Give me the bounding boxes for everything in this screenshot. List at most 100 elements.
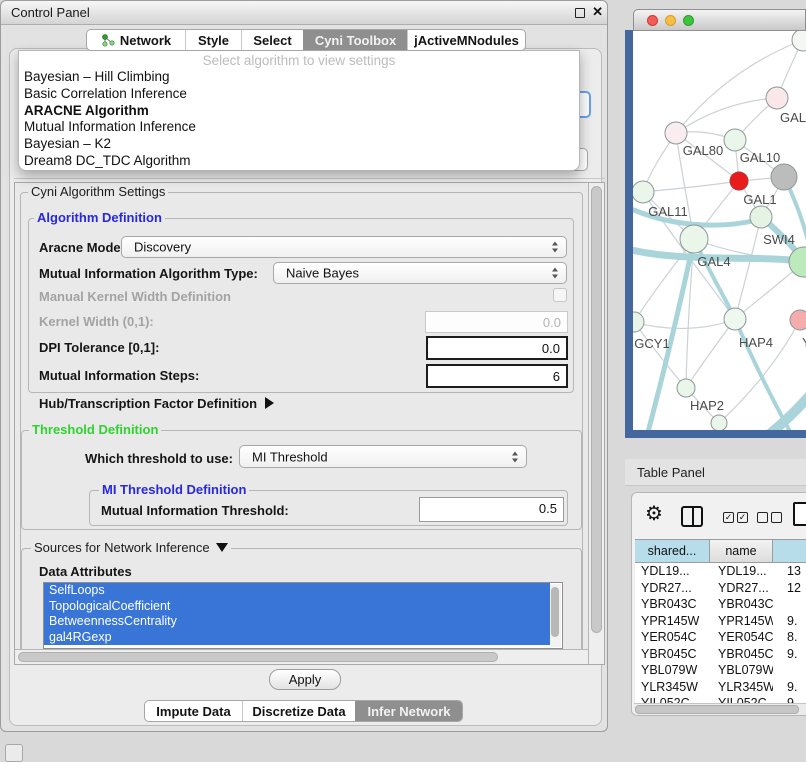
settings-horizontal-scroll-thumb[interactable] [18,652,498,662]
tab-infer-network[interactable]: Infer Network [355,701,462,721]
network-node-label: GAL10 [740,150,780,165]
which-threshold-select[interactable]: MI Threshold [239,445,527,468]
table-cell: YPR145W [710,613,773,630]
table-row[interactable]: YER054CYER054C8. [635,629,806,646]
table-row[interactable]: YPR145WYPR145W9. [635,613,806,630]
network-edge-highlighted[interactable] [647,239,694,430]
tab-style[interactable]: Style [185,30,241,50]
dpi-tolerance-field[interactable]: 0.0 [426,336,568,360]
column-header-name[interactable]: name [710,540,773,562]
attribute-item-selfloops[interactable]: SelfLoops [44,583,550,599]
network-node[interactable] [633,181,654,203]
network-view-canvas[interactable]: GAL7GAL80GAL10GAL1GAL11SWI4GAL4GCY1HAP4Y… [633,31,806,430]
table-horizontal-scroll-thumb[interactable] [635,705,799,714]
table-cell: 9. [773,646,806,663]
network-node[interactable] [792,31,806,51]
mi-steps-field[interactable]: 6 [426,364,568,388]
tab-select[interactable]: Select [241,30,303,50]
attribute-item-gal4rgexp[interactable]: gal4RGexp [44,630,550,646]
network-node[interactable] [766,87,788,109]
network-node[interactable] [633,312,644,332]
network-node[interactable] [724,308,746,330]
bottom-left-grip[interactable] [5,744,23,762]
network-node[interactable] [680,225,708,253]
unchecked-checkbox-icon[interactable] [757,512,768,523]
network-node[interactable] [790,310,806,330]
kernel-width-field[interactable]: 0.0 [425,311,568,333]
table-horizontal-scrollbar[interactable] [634,703,806,715]
table-row[interactable]: YDL19...YDL19...13 [635,563,806,580]
algorithm-option-aracne[interactable]: ARACNE Algorithm [19,103,579,120]
apply-button[interactable]: Apply [269,669,341,690]
table-row[interactable]: YBL079WYBL079W [635,662,806,679]
float-window-icon[interactable] [575,8,585,18]
split-panel-icon[interactable] [681,506,703,527]
sources-group-toggle[interactable]: Sources for Network Inference [31,540,231,555]
control-panel-tabs: Network Style Select Cyni Toolbox jActiv… [86,29,526,51]
network-edge[interactable] [643,181,739,192]
network-node[interactable] [724,129,746,151]
network-node[interactable] [771,164,797,190]
network-node[interactable] [711,415,727,430]
aracne-mode-select[interactable]: Discovery [121,236,567,258]
table-row[interactable]: YBR045CYBR045C9. [635,646,806,663]
unchecked-checkbox-icon[interactable] [771,512,782,523]
attribute-item-betweennesscentrality[interactable]: BetweennessCentrality [44,614,550,630]
mi-algorithm-type-select[interactable]: Naive Bayes [273,262,567,284]
attribute-item-topologicalcoefficient[interactable]: TopologicalCoefficient [44,599,550,615]
table-cell: YER054C [635,629,710,646]
table-row[interactable]: YLR345WYLR345W9. [635,679,806,696]
network-edge[interactable] [686,319,735,388]
hub-section-toggle[interactable]: Hub/Transcription Factor Definition [39,396,274,411]
algorithm-dropdown-popup: Select algorithm to view settings Bayesi… [18,50,580,171]
tab-discretize-data-label: Discretize Data [252,704,345,719]
network-node[interactable] [665,122,687,144]
network-node-label: GAL7 [780,110,806,125]
checked-checkbox-icon[interactable]: ✓ [737,512,748,523]
tab-discretize-data[interactable]: Discretize Data [242,701,355,721]
expanded-arrow-icon[interactable] [216,543,228,552]
column-header-shared-name[interactable]: shared... [635,540,710,562]
table-row[interactable]: YDR27...YDR27...12 [635,580,806,597]
threshold-definition-title: Threshold Definition [29,422,161,437]
tab-jactivemnodules[interactable]: jActiveMNodules [407,30,525,50]
network-node[interactable] [750,206,772,228]
tab-impute-data-label: Impute Data [156,704,230,719]
algorithm-option-dream8[interactable]: Dream8 DC_TDC Algorithm [19,153,579,170]
settings-vertical-scrollbar[interactable] [588,183,604,664]
network-node[interactable] [730,172,748,190]
table-settings-gear-icon[interactable]: ⚙ [645,501,663,526]
table-cell: YDL19... [635,563,710,580]
close-panel-icon[interactable]: ✕ [592,4,603,20]
algorithm-option-bayesian-k2[interactable]: Bayesian – K2 [19,136,579,153]
network-edge[interactable] [634,319,735,328]
table-cell: 8. [773,629,806,646]
new-table-icon[interactable] [793,502,806,526]
attribute-list-scroll-thumb[interactable] [551,587,559,637]
table-cell: 9. [773,679,806,696]
window-zoom-button[interactable] [683,15,694,26]
checked-checkbox-icon[interactable]: ✓ [723,512,734,523]
network-node[interactable] [677,379,695,397]
table-cell: YPR145W [635,613,710,630]
network-window-titlebar[interactable] [633,9,806,31]
table-row[interactable]: YIL052CYIL052C9 [635,695,806,703]
column-header-clipped[interactable] [773,540,806,562]
network-graph[interactable]: GAL7GAL80GAL10GAL1GAL11SWI4GAL4GCY1HAP4Y… [633,31,806,430]
settings-vertical-scroll-thumb[interactable] [591,186,602,633]
window-close-button[interactable] [647,15,658,26]
manual-kernel-width-checkbox[interactable] [553,288,567,302]
mi-threshold-field[interactable]: 0.5 [419,497,564,522]
network-edge[interactable] [735,217,761,319]
window-minimize-button[interactable] [665,15,676,26]
tab-impute-data[interactable]: Impute Data [145,701,242,721]
tab-network[interactable]: Network [87,30,185,50]
algorithm-option-mutual-information[interactable]: Mutual Information Inference [19,119,579,136]
collapsed-arrow-icon[interactable] [265,397,274,409]
table-row[interactable]: YBR043CYBR043C [635,596,806,613]
attribute-list-scrollbar[interactable] [550,584,561,647]
algorithm-option-bayesian-hill-climbing[interactable]: Bayesian – Hill Climbing [19,69,579,86]
settings-horizontal-scrollbar[interactable] [15,649,588,664]
tab-cyni-toolbox[interactable]: Cyni Toolbox [303,30,407,50]
algorithm-option-basic-correlation[interactable]: Basic Correlation Inference [19,86,579,103]
